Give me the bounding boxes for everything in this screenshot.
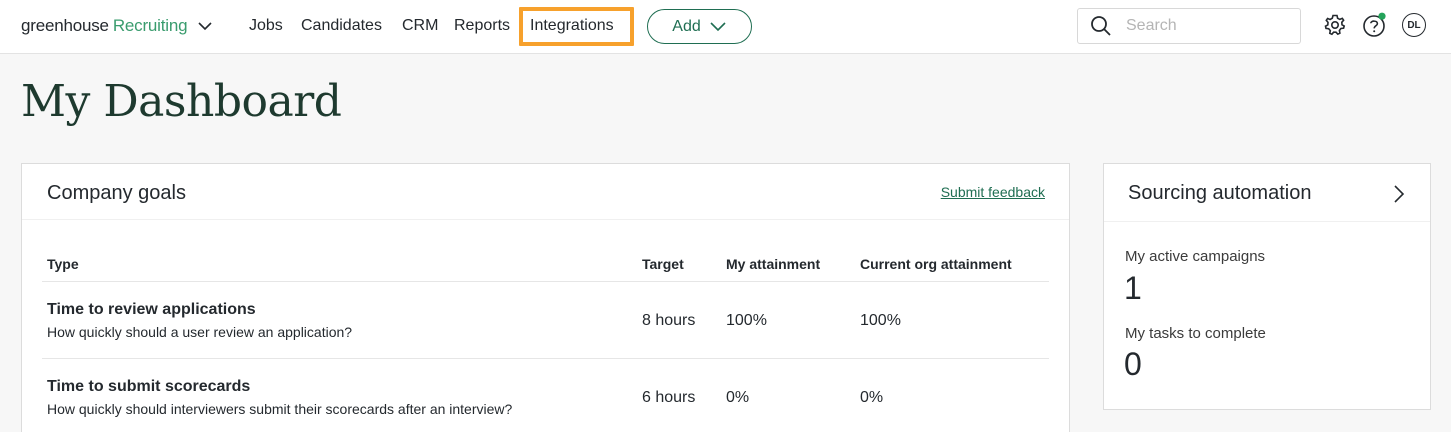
- logo-text: greenhouse: [21, 16, 109, 35]
- top-navigation: greenhouse Recruiting Jobs Candidates CR…: [0, 0, 1451, 54]
- submit-feedback-link[interactable]: Submit feedback: [941, 184, 1045, 200]
- row-divider: [42, 281, 1049, 282]
- add-button-label: Add: [672, 17, 701, 35]
- logo-product-name: Recruiting: [112, 16, 188, 35]
- chevron-right-icon: [1394, 185, 1405, 203]
- chevron-down-icon: [710, 21, 726, 31]
- nav-jobs[interactable]: Jobs: [249, 16, 283, 36]
- metric-label-active-campaigns: My active campaigns: [1125, 248, 1266, 265]
- search-icon: [1091, 16, 1111, 36]
- sourcing-automation-title: Sourcing automation: [1128, 182, 1312, 204]
- nav-integrations[interactable]: Integrations: [530, 16, 614, 36]
- chevron-down-icon: [198, 22, 212, 31]
- user-avatar[interactable]: DL: [1402, 13, 1426, 37]
- gear-icon[interactable]: [1322, 12, 1348, 38]
- add-button[interactable]: Add: [647, 9, 752, 44]
- goal-org-attainment: 0%: [860, 389, 884, 406]
- page-title: My Dashboard: [21, 76, 342, 127]
- search-box[interactable]: [1077, 8, 1301, 44]
- nav-candidates[interactable]: Candidates: [301, 16, 382, 36]
- column-header-target: Target: [642, 256, 684, 272]
- sourcing-automation-header[interactable]: Sourcing automation: [1104, 164, 1430, 222]
- goal-title: Time to submit scorecards: [47, 378, 251, 395]
- company-goals-title: Company goals: [47, 182, 186, 204]
- goal-my-attainment: 0%: [726, 389, 750, 406]
- notification-dot: [1378, 12, 1386, 20]
- help-icon[interactable]: [1362, 12, 1388, 38]
- goal-target: 8 hours: [642, 312, 696, 329]
- search-input[interactable]: [1126, 17, 1286, 35]
- goal-description: How quickly should interviewers submit t…: [47, 401, 513, 417]
- goal-description: How quickly should a user review an appl…: [47, 324, 353, 340]
- metric-value-tasks-to-complete: 0: [1124, 346, 1142, 382]
- goal-my-attainment: 100%: [726, 312, 767, 329]
- metric-value-active-campaigns: 1: [1124, 270, 1142, 306]
- company-goals-card: Company goals Submit feedback Type Targe…: [21, 163, 1070, 432]
- column-header-my-attainment: My attainment: [726, 256, 821, 272]
- product-switcher[interactable]: greenhouse Recruiting: [21, 14, 213, 38]
- sourcing-automation-card: Sourcing automation My active campaigns …: [1103, 163, 1431, 410]
- goal-target: 6 hours: [642, 389, 696, 406]
- column-header-org-attainment: Current org attainment: [860, 256, 1012, 272]
- metric-label-tasks-to-complete: My tasks to complete: [1125, 325, 1266, 342]
- nav-crm[interactable]: CRM: [402, 16, 438, 36]
- column-header-type: Type: [47, 256, 79, 272]
- row-divider: [42, 358, 1049, 359]
- goal-org-attainment: 100%: [860, 312, 901, 329]
- goal-title: Time to review applications: [47, 301, 256, 318]
- company-goals-header: Company goals Submit feedback: [22, 164, 1069, 220]
- nav-reports[interactable]: Reports: [454, 16, 510, 36]
